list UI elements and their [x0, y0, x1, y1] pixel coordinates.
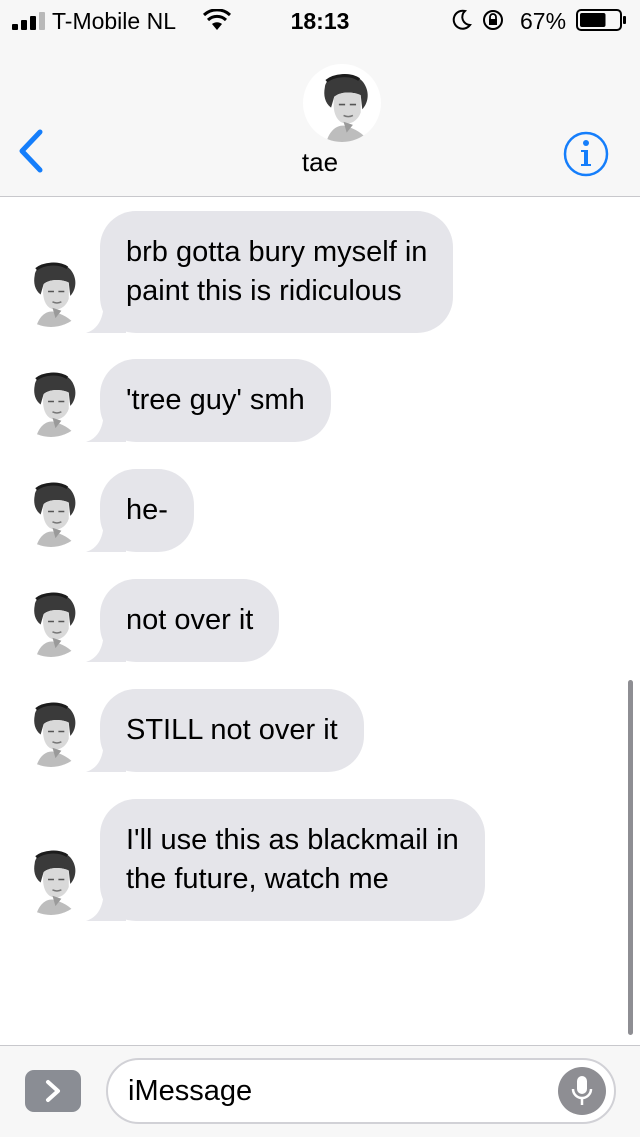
conversation-header: tae	[0, 40, 640, 197]
sender-avatar[interactable]	[14, 473, 88, 547]
message-text-line: brb gotta bury myself in	[126, 236, 428, 268]
sender-avatar[interactable]	[14, 253, 88, 327]
info-icon[interactable]	[562, 130, 610, 178]
message-bubble[interactable]: 'tree guy' smh	[86, 359, 331, 442]
message-text-line: the future, watch me	[126, 863, 389, 895]
apps-chevron-icon	[46, 1080, 60, 1102]
message-input[interactable]: iMessage	[106, 1058, 616, 1124]
moon-icon	[452, 9, 472, 30]
message-text-line: 'tree guy' smh	[126, 384, 305, 416]
microphone-button[interactable]	[558, 1067, 606, 1115]
sender-avatar[interactable]	[14, 841, 88, 915]
message-bubble[interactable]: not over it	[86, 579, 280, 662]
message-list[interactable]: brb gotta bury myself in paint this is r…	[0, 197, 640, 1045]
message-bubble[interactable]: he-	[86, 469, 194, 552]
message-text-line: not over it	[126, 604, 254, 636]
sender-avatar[interactable]	[14, 363, 88, 437]
battery-percent: 67%	[520, 8, 567, 34]
message-text-line: paint this is ridiculous	[126, 275, 402, 307]
message-bubble[interactable]: brb gotta bury myself in paint this is r…	[86, 211, 454, 333]
sender-avatar[interactable]	[14, 583, 88, 657]
microphone-icon	[571, 1076, 593, 1105]
rotation-lock-icon	[483, 10, 503, 30]
scrollbar[interactable]	[628, 680, 633, 1035]
contact-name[interactable]: tae	[0, 147, 640, 177]
message-placeholder: iMessage	[128, 1075, 253, 1107]
status-bar: T-Mobile NL 18:13 67%	[0, 0, 640, 40]
sender-avatar[interactable]	[14, 693, 88, 767]
message-row: he-	[0, 469, 640, 553]
message-text-line: STILL not over it	[126, 714, 338, 746]
message-row: I'll use this as blackmail in the future…	[0, 799, 640, 921]
message-row: 'tree guy' smh	[0, 359, 640, 443]
message-bubble[interactable]: I'll use this as blackmail in the future…	[86, 799, 485, 921]
message-row: not over it	[0, 579, 640, 663]
message-bubble[interactable]: STILL not over it	[86, 689, 364, 772]
battery-icon	[576, 9, 626, 31]
message-text-line: he-	[126, 494, 168, 526]
contact-avatar[interactable]	[303, 64, 381, 142]
compose-bar: iMessage	[0, 1045, 640, 1137]
apps-button[interactable]	[25, 1070, 81, 1112]
message-text-line: I'll use this as blackmail in	[126, 824, 459, 856]
message-row: brb gotta bury myself in paint this is r…	[0, 211, 640, 333]
message-row: STILL not over it	[0, 689, 640, 773]
